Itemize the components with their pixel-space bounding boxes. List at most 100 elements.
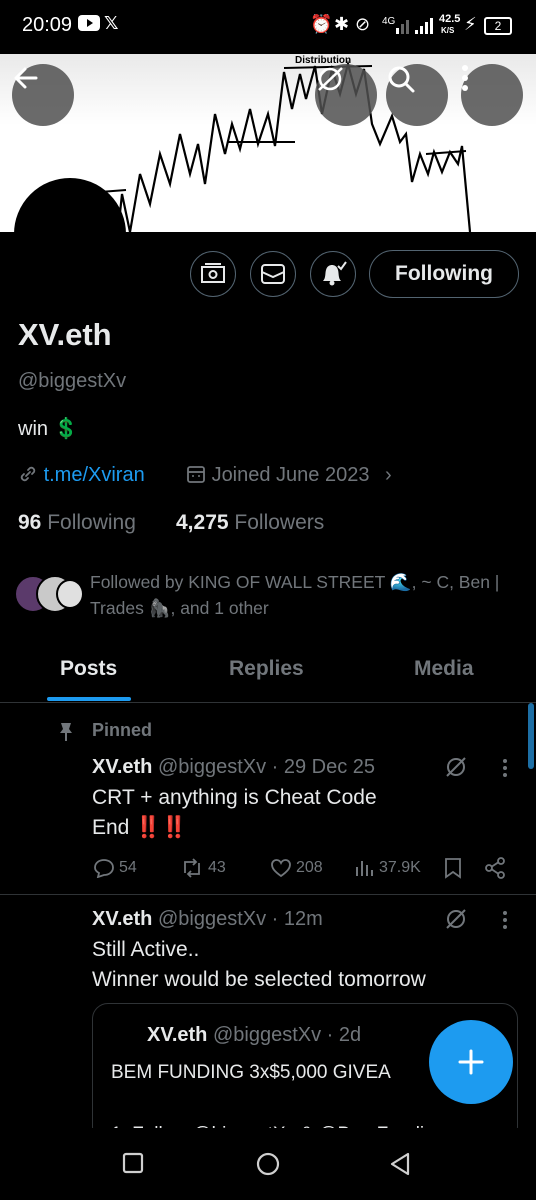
message-icon [261, 264, 285, 284]
dnd-icon: ⊘ [355, 14, 371, 34]
views-icon [356, 861, 373, 876]
alarm-icon: ⏰ [310, 14, 333, 34]
joined-date: Joined June 2023 [211, 464, 370, 486]
grok-icon[interactable] [444, 907, 468, 931]
followers-you-know-avatars[interactable] [14, 575, 84, 613]
post-text-line: Still Active.. [92, 938, 200, 961]
subscribe-icon [201, 263, 225, 283]
grok-icon[interactable] [444, 755, 468, 779]
post-avatar[interactable] [14, 905, 80, 971]
more-vertical-icon[interactable] [502, 910, 508, 930]
views-action[interactable]: 37.9K [355, 858, 421, 878]
scrollbar[interactable] [528, 703, 534, 769]
battery-level: 2 [494, 19, 502, 33]
repost-icon [184, 858, 200, 878]
tab-media[interactable]: Media [414, 657, 474, 681]
youtube-icon [78, 15, 100, 36]
charging-icon: ⚡ [464, 14, 477, 34]
recents-icon[interactable] [122, 1152, 144, 1174]
post-header: XV.eth @biggestXv · 29 Dec 25 [92, 756, 375, 779]
reply-action[interactable]: 54 [93, 858, 137, 878]
pin-icon [60, 723, 72, 741]
active-tab-indicator [47, 697, 131, 701]
reply-icon [94, 859, 114, 878]
more-vertical-icon [462, 65, 468, 91]
followers-count[interactable]: 4,275 Followers [176, 511, 324, 535]
back-button[interactable] [12, 64, 74, 126]
reply-count: 54 [119, 859, 137, 876]
compose-plus-icon [458, 1049, 484, 1075]
followers-number: 4,275 [176, 511, 229, 534]
profile-avatar[interactable] [14, 178, 126, 290]
profile-link-row[interactable]: t.me/Xviran [18, 464, 145, 487]
tab-replies[interactable]: Replies [229, 657, 304, 681]
like-action[interactable]: 208 [270, 858, 323, 878]
tab-posts[interactable]: Posts [60, 657, 117, 681]
message-button[interactable] [250, 251, 296, 297]
post-header: XV.eth @biggestXv · 12m [92, 908, 323, 931]
like-icon [271, 859, 291, 878]
share-icon[interactable] [484, 857, 506, 879]
bluetooth-icon: ✱ [334, 14, 350, 34]
post-author[interactable]: XV.eth [92, 756, 152, 778]
mutual-avatar [56, 579, 84, 609]
bio-text: win [18, 418, 49, 440]
bio-emoji: 💲 [53, 418, 79, 440]
more-button[interactable] [461, 64, 523, 126]
bookmark-icon[interactable] [444, 857, 462, 879]
link-icon [20, 466, 36, 482]
like-count: 208 [296, 859, 323, 876]
joined-row: Joined June 2023 › [186, 464, 392, 487]
search-icon [388, 66, 415, 93]
profile-bio: win 💲 [18, 416, 78, 441]
tabs-divider [0, 702, 536, 703]
net-speed-value: 42.5 [439, 13, 461, 25]
quoted-meta: @biggestXv · 2d [212, 1024, 362, 1046]
post-text-end: End [92, 816, 130, 839]
battery-icon: 2 [484, 17, 512, 35]
profile-name: XV.eth [18, 317, 112, 352]
status-time: 20:09 [22, 14, 73, 36]
home-icon[interactable] [255, 1151, 281, 1177]
subscribe-button[interactable] [190, 251, 236, 297]
repost-action[interactable]: 43 [180, 858, 226, 878]
following-number: 96 [18, 511, 42, 534]
followers-label: Followers [234, 511, 325, 534]
net-speed-unit: K/S [441, 26, 455, 35]
signal-icon-1 [384, 18, 410, 41]
post-avatar[interactable] [14, 752, 80, 818]
back-arrow-icon [14, 67, 38, 89]
grok-icon [318, 67, 343, 91]
compose-button[interactable] [429, 1020, 513, 1104]
signal-icon-2 [414, 18, 436, 41]
post-text-line: CRT + anything is Cheat Code [92, 786, 377, 809]
profile-handle: @biggestXv [18, 370, 127, 392]
quoted-author: XV.eth [147, 1024, 208, 1046]
following-count[interactable]: 96 Following [18, 511, 136, 535]
repost-count: 43 [208, 859, 226, 876]
status-bar: 20:09 𝕏 ⏰ ✱ ⊘ 4G 42.5 K/S ⚡ 2 [0, 0, 536, 54]
quoted-header: XV.eth @biggestXv · 2d [147, 1024, 361, 1047]
post-author[interactable]: XV.eth [92, 908, 152, 930]
followed-by-text[interactable]: Followed by KING OF WALL STREET 🌊, ~ C, … [90, 569, 510, 621]
chevron-right-icon[interactable]: › [385, 464, 392, 486]
more-vertical-icon[interactable] [502, 758, 508, 778]
notification-button[interactable] [310, 251, 356, 297]
views-count: 37.9K [379, 859, 421, 876]
quoted-text-line: BEM FUNDING 3x$5,000 GIVEA [111, 1062, 391, 1083]
x-app-icon: 𝕏 [104, 13, 119, 33]
following-button[interactable]: Following [369, 250, 519, 298]
calendar-icon [187, 466, 205, 483]
profile-link[interactable]: t.me/Xviran [44, 464, 145, 486]
pinned-label: Pinned [92, 720, 153, 740]
search-button[interactable] [386, 64, 448, 126]
quoted-avatar [109, 1020, 137, 1048]
system-nav-bar [0, 1128, 536, 1200]
back-icon[interactable] [388, 1151, 412, 1177]
post-emoji: ‼️‼️ [135, 816, 188, 839]
notification-bell-icon [323, 261, 347, 286]
post-text-line: End ‼️‼️ [92, 816, 188, 840]
post-text-line: Winner would be selected tomorrow [92, 968, 426, 991]
following-label: Following [47, 511, 136, 534]
grok-button[interactable] [315, 64, 377, 126]
